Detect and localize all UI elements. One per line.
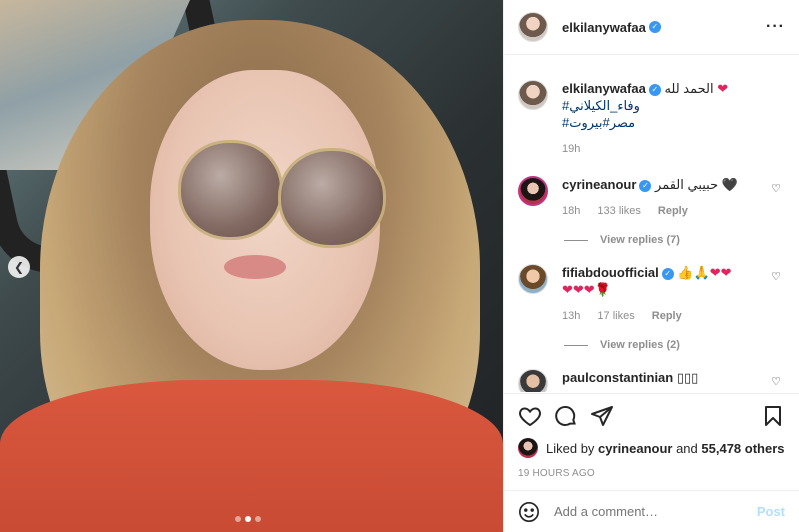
- view-replies-button[interactable]: View replies (2): [564, 339, 785, 351]
- commenter-username[interactable]: cyrineanour: [562, 177, 636, 192]
- hashtag-link[interactable]: #وفاء_الكيلاني: [562, 97, 785, 114]
- carousel-dot: [255, 516, 261, 522]
- hashtag-link[interactable]: #مصر#بيروت: [562, 114, 785, 131]
- author-username[interactable]: elkilanywafaa: [562, 20, 646, 35]
- caption-text: الحمد لله: [664, 81, 714, 96]
- view-replies-label: View replies (7): [600, 234, 680, 246]
- previous-photo-button[interactable]: ❮: [8, 256, 30, 278]
- post-timestamp[interactable]: 19 HOURS AGO: [518, 468, 785, 479]
- comment-like-heart-icon[interactable]: ♡: [771, 182, 781, 195]
- caption: elkilanywafaa ✓ الحمد لله ❤ #وفاء_الكيلان…: [518, 80, 785, 158]
- caption-time: 19h: [562, 143, 581, 155]
- liked-by-text: Liked by cyrineanour and 55,478 others: [546, 441, 785, 456]
- comment-text: حبيبي القمر 🖤: [655, 177, 738, 192]
- photo-shirt: [0, 380, 503, 532]
- action-icons: [518, 404, 785, 428]
- commenter-avatar[interactable]: [518, 176, 548, 206]
- reply-button[interactable]: Reply: [652, 310, 682, 322]
- verified-badge-icon: ✓: [661, 267, 674, 280]
- like-heart-icon[interactable]: [518, 404, 542, 428]
- comment-text: ▯▯▯: [676, 370, 699, 385]
- comment-likes[interactable]: 17 likes: [597, 310, 634, 322]
- caption-username[interactable]: elkilanywafaa: [562, 81, 646, 96]
- commenter-username[interactable]: fifiabdouofficial: [562, 265, 659, 280]
- photo-lips: [224, 255, 286, 279]
- commenter-avatar[interactable]: [518, 369, 548, 392]
- comment-bubble-icon[interactable]: [554, 404, 578, 428]
- verified-badge-icon: ✓: [648, 83, 661, 96]
- liked-by-user[interactable]: cyrineanour: [598, 441, 672, 456]
- comment-like-heart-icon[interactable]: ♡: [771, 375, 781, 388]
- bookmark-icon[interactable]: [761, 404, 785, 428]
- comment-text-line2: ❤❤❤🌹: [562, 282, 611, 297]
- sunglasses-left-lens: [178, 140, 283, 240]
- author-avatar[interactable]: [518, 12, 548, 42]
- sunglasses-right-lens: [278, 148, 386, 248]
- divider-line: [564, 239, 588, 241]
- comment-body: cyrineanour ✓ حبيبي القمر 🖤 18h 133 likes…: [562, 176, 785, 220]
- comment-like-heart-icon[interactable]: ♡: [771, 270, 781, 283]
- emoji-smiley-icon[interactable]: [518, 501, 540, 523]
- comment-time: 13h: [562, 310, 581, 322]
- liked-by-row: Liked by cyrineanour and 55,478 others: [518, 438, 785, 458]
- comments-list[interactable]: elkilanywafaa ✓ الحمد لله ❤ #وفاء_الكيلان…: [504, 56, 799, 392]
- add-comment-bar: Post: [504, 490, 799, 532]
- post-actions: Liked by cyrineanour and 55,478 others 1…: [504, 393, 799, 479]
- comment-meta: 13h 17 likes Reply: [562, 308, 785, 325]
- liked-by-mid: and: [672, 440, 702, 456]
- post-comment-button[interactable]: Post: [757, 504, 785, 519]
- comment-text: 👍🙏❤❤: [677, 265, 732, 280]
- post-photo[interactable]: ❮: [0, 0, 503, 532]
- view-replies-button[interactable]: View replies (7): [564, 234, 785, 246]
- comment-item: cyrineanour ✓ حبيبي القمر 🖤 18h 133 likes…: [518, 176, 785, 220]
- divider-line: [564, 344, 588, 346]
- comment-item: fifiabdouofficial ✓ 👍🙏❤❤ ❤❤❤🌹 13h 17 like…: [518, 264, 785, 325]
- verified-badge-icon: ✓: [639, 179, 652, 192]
- add-comment-input[interactable]: [554, 504, 757, 519]
- reply-button[interactable]: Reply: [658, 205, 688, 217]
- carousel-dot: [235, 516, 241, 522]
- share-paper-plane-icon[interactable]: [590, 404, 614, 428]
- carousel-dot-active: [245, 516, 251, 522]
- liked-by-prefix: Liked by: [546, 440, 599, 456]
- comment-body: fifiabdouofficial ✓ 👍🙏❤❤ ❤❤❤🌹 13h 17 like…: [562, 264, 785, 325]
- view-replies-label: View replies (2): [600, 339, 680, 351]
- comment-likes[interactable]: 133 likes: [597, 205, 640, 217]
- post-header: elkilanywafaa ✓ ···: [504, 0, 799, 55]
- verified-badge-icon: ✓: [648, 21, 661, 33]
- comment-meta: 18h 133 likes Reply: [562, 203, 785, 220]
- carousel-dots: [235, 516, 261, 522]
- comment-body: paulconstantinian ▯▯▯: [562, 369, 785, 392]
- commenter-username[interactable]: paulconstantinian: [562, 370, 673, 385]
- caption-avatar[interactable]: [518, 80, 548, 110]
- liked-by-avatar[interactable]: [518, 438, 538, 458]
- heart-emoji: ❤: [717, 81, 729, 96]
- caption-body: elkilanywafaa ✓ الحمد لله ❤ #وفاء_الكيلان…: [562, 80, 785, 158]
- commenter-avatar[interactable]: [518, 264, 548, 294]
- caption-meta: 19h: [562, 141, 785, 158]
- liked-by-count[interactable]: 55,478 others: [701, 441, 784, 456]
- comment-time: 18h: [562, 205, 581, 217]
- post-sidebar: elkilanywafaa ✓ ··· elkilanywafaa ✓ الحمد…: [503, 0, 799, 532]
- comment-item: paulconstantinian ▯▯▯ ♡: [518, 369, 785, 392]
- more-options-icon[interactable]: ···: [766, 18, 785, 36]
